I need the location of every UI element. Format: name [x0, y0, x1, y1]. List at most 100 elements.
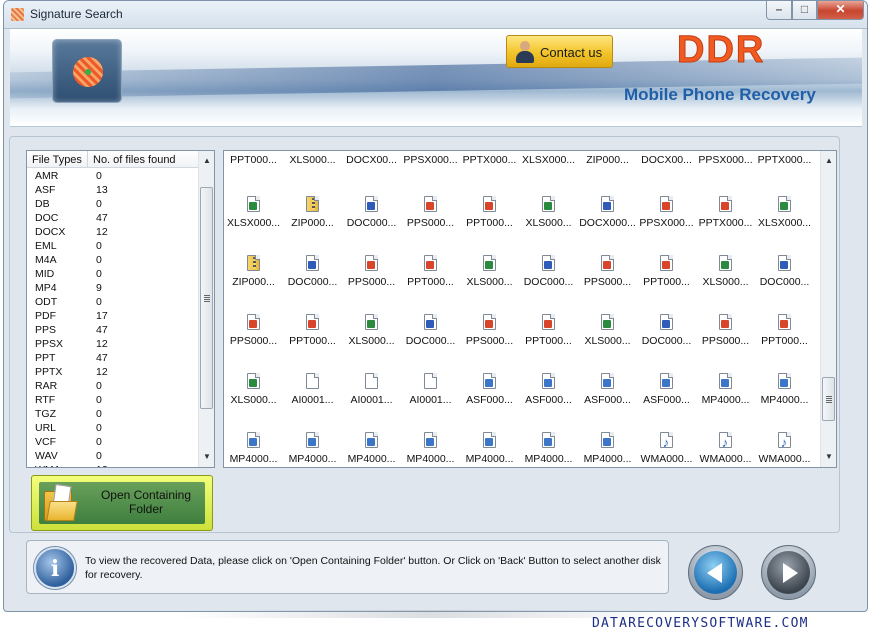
list-item[interactable]: MID 0 [27, 268, 199, 282]
file-item[interactable]: ♪ WMA000... [755, 432, 814, 465]
file-item[interactable]: PPS000... [342, 255, 401, 288]
list-item[interactable]: ASF 13 [27, 184, 199, 198]
scroll-thumb[interactable] [822, 377, 835, 421]
file-item[interactable]: PPSX000... [637, 196, 696, 229]
next-button[interactable] [761, 545, 816, 600]
list-item[interactable]: M4A 0 [27, 254, 199, 268]
file-item[interactable]: DOC000... [519, 255, 578, 288]
list-item[interactable]: DB 0 [27, 198, 199, 212]
file-item[interactable]: ♪ WMA000... [637, 432, 696, 465]
file-item[interactable]: DOC000... [342, 196, 401, 229]
file-item[interactable]: DOCX000... [578, 196, 637, 229]
list-item[interactable]: PDF 17 [27, 310, 199, 324]
file-item[interactable]: XLS000... [224, 373, 283, 406]
list-item[interactable]: RAR 0 [27, 380, 199, 394]
file-item[interactable]: PPS000... [401, 196, 460, 229]
close-button[interactable]: ✕ [817, 1, 864, 20]
file-item[interactable]: DOCX00... [637, 154, 696, 166]
maximize-button[interactable]: □ [792, 1, 817, 20]
file-item[interactable]: AI0001... [342, 373, 401, 406]
list-item[interactable]: RTF 0 [27, 394, 199, 408]
back-button[interactable] [688, 545, 743, 600]
list-item[interactable]: TGZ 0 [27, 408, 199, 422]
list-item[interactable]: DOCX 12 [27, 226, 199, 240]
list-scrollbar[interactable]: ▲ ▼ [198, 151, 214, 467]
list-item[interactable]: AMR 0 [27, 170, 199, 184]
file-item[interactable]: PPS000... [578, 255, 637, 288]
scroll-thumb[interactable] [200, 187, 213, 409]
list-item[interactable]: WMA12 [27, 464, 199, 467]
scroll-up-icon[interactable]: ▲ [821, 153, 836, 169]
file-item[interactable]: XLS000... [519, 196, 578, 229]
file-item[interactable]: PPT000... [401, 255, 460, 288]
file-item[interactable]: ASF000... [637, 373, 696, 406]
file-item[interactable]: ASF000... [460, 373, 519, 406]
file-item[interactable]: PPS000... [224, 314, 283, 347]
file-item[interactable]: ASF000... [578, 373, 637, 406]
file-item[interactable]: PPTX000... [755, 154, 814, 166]
recovered-files-grid[interactable]: PPT000... XLS000... DOCX00... PPSX000... PPT… [223, 150, 837, 468]
list-item[interactable]: PPTX 12 [27, 366, 199, 380]
file-item[interactable]: XLS000... [283, 154, 342, 166]
file-item[interactable]: XLS000... [460, 255, 519, 288]
column-file-types[interactable]: File Types [27, 151, 88, 167]
file-item[interactable]: MP4000... [460, 432, 519, 465]
file-item[interactable]: PPT000... [637, 255, 696, 288]
file-item[interactable]: PPT000... [460, 196, 519, 229]
file-item[interactable]: PPSX000... [696, 154, 755, 166]
list-item[interactable]: DOC 47 [27, 212, 199, 226]
scroll-down-icon[interactable]: ▼ [821, 449, 836, 465]
file-item[interactable]: MP4000... [224, 432, 283, 465]
file-item[interactable]: MP4000... [342, 432, 401, 465]
file-item[interactable]: PPT000... [224, 154, 283, 166]
file-item[interactable]: MP4000... [578, 432, 637, 465]
list-item[interactable]: PPSX 12 [27, 338, 199, 352]
file-item[interactable]: DOC000... [637, 314, 696, 347]
open-containing-folder-button[interactable]: Open Containing Folder [31, 475, 213, 531]
list-item[interactable]: PPT 47 [27, 352, 199, 366]
file-item[interactable]: PPTX000... [696, 196, 755, 229]
file-item[interactable]: AI0001... [401, 373, 460, 406]
file-item[interactable]: PPT000... [283, 314, 342, 347]
minimize-button[interactable]: – [766, 1, 792, 20]
file-item[interactable]: XLSX000... [224, 196, 283, 229]
file-item[interactable]: ZIP000... [578, 154, 637, 166]
grid-scrollbar[interactable]: ▲ ▼ [820, 151, 836, 467]
file-item[interactable]: ZIP000... [224, 255, 283, 288]
file-item[interactable]: PPS000... [460, 314, 519, 347]
file-item[interactable]: DOC000... [401, 314, 460, 347]
list-item[interactable]: EML 0 [27, 240, 199, 254]
list-item[interactable]: WAV 0 [27, 450, 199, 464]
file-item[interactable]: PPSX000... [401, 154, 460, 166]
list-item[interactable]: URL 0 [27, 422, 199, 436]
file-item[interactable]: DOC000... [283, 255, 342, 288]
list-item[interactable]: MP4 9 [27, 282, 199, 296]
file-item[interactable]: AI0001... [283, 373, 342, 406]
file-item[interactable]: MP4000... [401, 432, 460, 465]
file-item[interactable]: DOC000... [755, 255, 814, 288]
file-item[interactable]: PPT000... [519, 314, 578, 347]
list-item[interactable]: PPS 47 [27, 324, 199, 338]
scroll-down-icon[interactable]: ▼ [199, 449, 214, 465]
file-item[interactable]: PPTX000... [460, 154, 519, 166]
file-types-list[interactable]: File Types No. of files found AMR 0 ASF 13 D… [26, 150, 215, 468]
list-item[interactable]: ODT 0 [27, 296, 199, 310]
file-item[interactable]: MP4000... [519, 432, 578, 465]
file-item[interactable]: ♪ WMA000... [696, 432, 755, 465]
file-item[interactable]: XLS000... [578, 314, 637, 347]
file-item[interactable]: XLS000... [342, 314, 401, 347]
file-item[interactable]: MP4000... [755, 373, 814, 406]
file-item[interactable]: XLSX000... [519, 154, 578, 166]
file-item[interactable]: MP4000... [283, 432, 342, 465]
file-item[interactable]: PPT000... [755, 314, 814, 347]
website-link[interactable]: DATARECOVERYSOFTWARE.COM [592, 616, 809, 631]
file-item[interactable]: ASF000... [519, 373, 578, 406]
file-item[interactable]: XLS000... [696, 255, 755, 288]
contact-us-button[interactable]: Contact us [506, 35, 613, 68]
list-item[interactable]: VCF 0 [27, 436, 199, 450]
file-item[interactable]: XLSX000... [755, 196, 814, 229]
column-files-found[interactable]: No. of files found [88, 151, 199, 167]
file-item[interactable]: MP4000... [696, 373, 755, 406]
file-item[interactable]: PPS000... [696, 314, 755, 347]
scroll-up-icon[interactable]: ▲ [199, 153, 214, 169]
